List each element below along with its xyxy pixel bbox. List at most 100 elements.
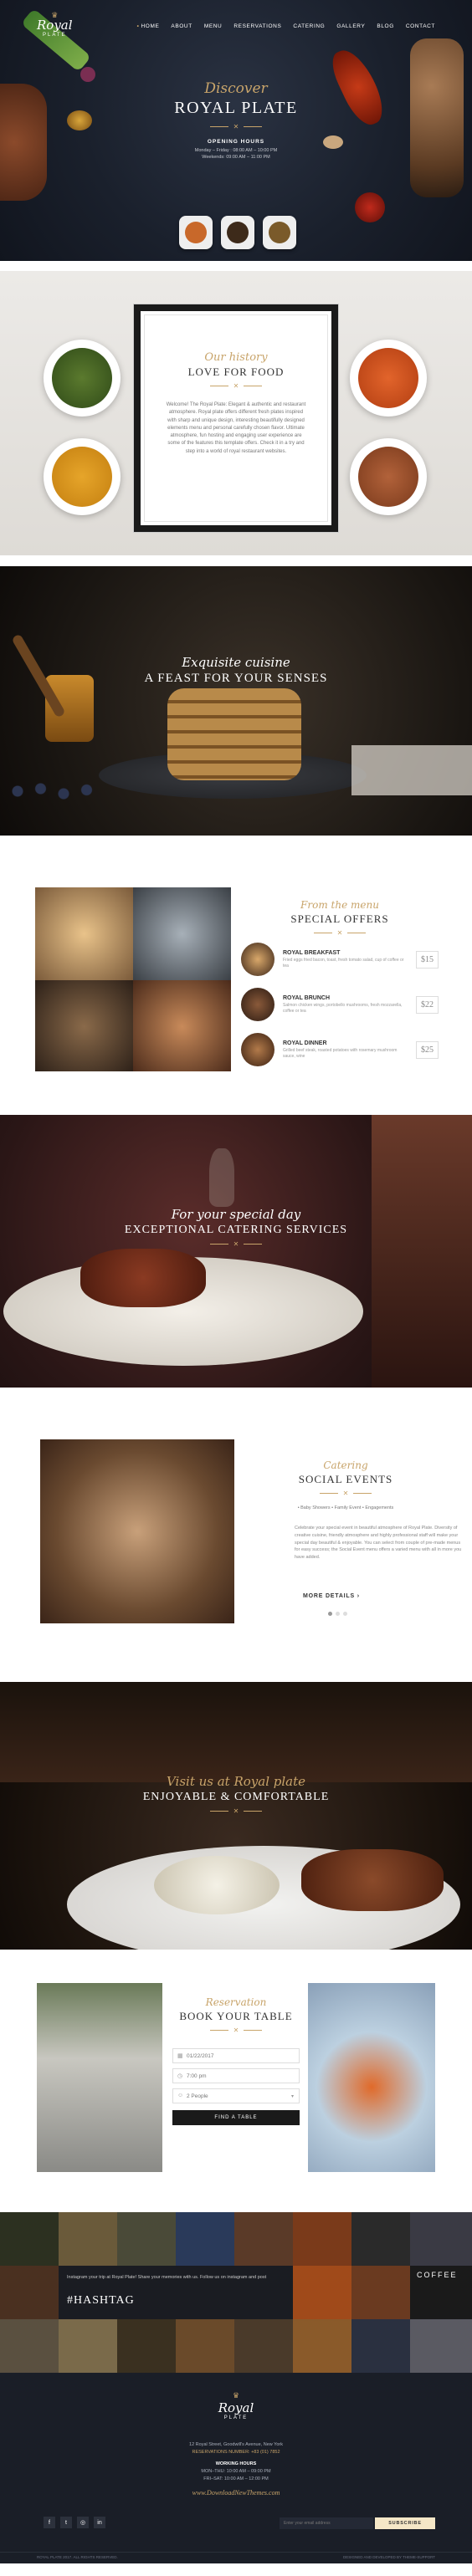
pancake-heading: Exquisite cuisine A FEAST FOR YOUR SENSE… bbox=[0, 655, 472, 686]
footer-website[interactable]: www.DownloadNewThemes.com bbox=[0, 2487, 472, 2499]
nav-item-reservations[interactable]: RESERVATIONS bbox=[233, 23, 281, 29]
people-select[interactable]: ☺ 2 People ▾ bbox=[172, 2088, 300, 2103]
insta-photo[interactable] bbox=[59, 2212, 117, 2266]
footer: ♛ Royal PLATE 12 Royal Street, Goodwill'… bbox=[0, 2373, 472, 2563]
spice-bowl-1 bbox=[179, 216, 213, 249]
insta-photo[interactable] bbox=[176, 2319, 234, 2373]
instagram-icon[interactable]: ◎ bbox=[77, 2517, 89, 2528]
spacer bbox=[0, 1071, 472, 1115]
insta-photo[interactable] bbox=[59, 2319, 117, 2373]
insta-photo[interactable] bbox=[293, 2212, 351, 2266]
insta-photo[interactable] bbox=[293, 2319, 351, 2373]
insta-photo[interactable] bbox=[0, 2319, 59, 2373]
breakfast-thumb bbox=[241, 943, 274, 976]
spacer bbox=[0, 1950, 472, 1983]
insta-photo[interactable] bbox=[410, 2212, 472, 2266]
reservation-section: Reservation BOOK YOUR TABLE ✕ ▦ 01/22/20… bbox=[0, 1983, 472, 2180]
spacer bbox=[0, 261, 472, 271]
paprika-bowl bbox=[350, 340, 427, 417]
events-title: SOCIAL EVENTS bbox=[298, 1473, 393, 1485]
insta-photo[interactable]: COFFEE bbox=[410, 2266, 472, 2319]
nav-item-about[interactable]: ABOUT bbox=[171, 23, 192, 29]
history-card: Our history LOVE FOR FOOD ✕ Welcome! The… bbox=[133, 304, 339, 533]
hero-title: ROYAL PLATE bbox=[174, 99, 298, 117]
insta-photo[interactable] bbox=[0, 2212, 59, 2266]
reservation-script: Reservation bbox=[205, 1996, 267, 2008]
insta-photo[interactable] bbox=[234, 2319, 293, 2373]
active-dot-icon: • bbox=[136, 23, 140, 29]
history-title: LOVE FOR FOOD bbox=[187, 365, 285, 378]
footer-logo[interactable]: ♛ Royal PLATE bbox=[0, 2391, 472, 2420]
offers-title: SPECIAL OFFERS bbox=[290, 912, 389, 925]
social-links: f t ◎ in bbox=[44, 2517, 105, 2528]
pancake-script: Exquisite cuisine bbox=[182, 655, 290, 670]
offer-item[interactable]: ROYAL BREAKFAST Fried eggs fried bacon, … bbox=[241, 943, 439, 976]
crown-icon: ♛ bbox=[232, 2391, 240, 2400]
carousel-dots bbox=[328, 1612, 347, 1616]
spacer bbox=[0, 1648, 472, 1682]
linkedin-icon[interactable]: in bbox=[94, 2517, 105, 2528]
insta-photo[interactable] bbox=[117, 2212, 176, 2266]
clock-icon: ◷ bbox=[177, 2073, 183, 2079]
more-details-link[interactable]: MORE DETAILS › bbox=[303, 1593, 360, 1599]
logo-sub: PLATE bbox=[223, 2415, 249, 2420]
footer-contact: 12 Royal Street, Goodwill's Avenue, New … bbox=[0, 2441, 472, 2498]
nav-item-catering[interactable]: CATERING bbox=[293, 23, 325, 29]
subscribe-button[interactable]: SUBSCRIBE bbox=[375, 2517, 435, 2529]
carousel-dot[interactable] bbox=[336, 1612, 340, 1616]
hero-script: Discover bbox=[204, 80, 268, 97]
steak-image bbox=[80, 1249, 206, 1307]
offer-desc: Salmon chicken wings, portobello mushroo… bbox=[283, 1002, 403, 1014]
nav-item-gallery[interactable]: GALLERY bbox=[336, 23, 365, 29]
insta-photo[interactable] bbox=[234, 2212, 293, 2266]
events-body: Celebrate your special event in beautifu… bbox=[295, 1526, 462, 1561]
offer-photo-2 bbox=[133, 887, 231, 980]
offer-item[interactable]: ROYAL BRUNCH Salmon chicken wings, porto… bbox=[241, 988, 439, 1021]
carousel-dot[interactable] bbox=[343, 1612, 347, 1616]
wine-glasses-image bbox=[37, 1983, 162, 2172]
reservation-heading: Reservation BOOK YOUR TABLE ✕ bbox=[172, 1996, 300, 2034]
find-table-button[interactable]: FIND A TABLE bbox=[172, 2110, 300, 2125]
nav-item-menu[interactable]: MENU bbox=[204, 23, 223, 29]
catering-heading: For your special day EXCEPTIONAL CATERIN… bbox=[0, 1207, 472, 1248]
insta-photo[interactable] bbox=[176, 2212, 234, 2266]
nav-item-home[interactable]: • HOME bbox=[137, 23, 160, 29]
facebook-icon[interactable]: f bbox=[44, 2517, 55, 2528]
instagram-section: COFFEE Instagram your trip at Royal Plat… bbox=[0, 2212, 472, 2373]
offer-price: $25 bbox=[416, 1040, 439, 1059]
hero-section: ♛ Royal PLATE • HOME ABOUT MENU RESERVATI… bbox=[0, 0, 472, 261]
insta-photo[interactable] bbox=[0, 2266, 59, 2319]
offers-section: From the menu SPECIAL OFFERS ✕ ROYAL BRE… bbox=[0, 874, 472, 1071]
events-stats: • Baby Showers • Family Event • Engageme… bbox=[297, 1505, 394, 1510]
nav-item-blog[interactable]: BLOG bbox=[377, 23, 393, 29]
coffee-word: COFFEE bbox=[417, 2271, 458, 2279]
footer-reservations: RESERVATIONS NUMBER: +83 (01) 7852 bbox=[192, 2450, 280, 2456]
twitter-icon[interactable]: t bbox=[60, 2517, 72, 2528]
insta-photo[interactable] bbox=[410, 2319, 472, 2373]
offer-item[interactable]: ROYAL DINNER Grilled beef steak, roasted… bbox=[241, 1033, 439, 1066]
history-section: Our history LOVE FOR FOOD ✕ Welcome! The… bbox=[0, 271, 472, 555]
newsletter-email-input[interactable] bbox=[280, 2517, 373, 2529]
party-table-image bbox=[40, 1439, 234, 1623]
herb-bowl bbox=[44, 340, 121, 417]
date-field[interactable]: ▦ 01/22/2017 bbox=[172, 2048, 300, 2063]
pancake-section: Exquisite cuisine A FEAST FOR YOUR SENSE… bbox=[0, 566, 472, 836]
offers-heading: From the menu SPECIAL OFFERS ✕ bbox=[241, 899, 439, 937]
divider-cutlery-icon: ✕ bbox=[0, 123, 472, 130]
hours-line-2: Weekends: 09:00 AM – 11:00 PM bbox=[202, 155, 270, 160]
carousel-dot[interactable] bbox=[328, 1612, 332, 1616]
site-logo[interactable]: ♛ Royal PLATE bbox=[37, 12, 73, 38]
insta-photo[interactable] bbox=[351, 2266, 410, 2319]
insta-photo[interactable] bbox=[351, 2319, 410, 2373]
insta-photo[interactable] bbox=[293, 2266, 351, 2319]
insta-photo[interactable] bbox=[351, 2212, 410, 2266]
main-menu: • HOME ABOUT MENU RESERVATIONS CATERING G… bbox=[137, 23, 435, 29]
nav-item-contact[interactable]: CONTACT bbox=[406, 23, 435, 29]
user-icon: ☺ bbox=[177, 2093, 184, 2098]
credits: DESIGNED AND DEVELOPED BY THEME-SUPPORT bbox=[342, 2555, 435, 2559]
catering-section: For your special day EXCEPTIONAL CATERIN… bbox=[0, 1115, 472, 1388]
offer-photo-3 bbox=[35, 980, 133, 1071]
time-field[interactable]: ◷ 7:00 pm bbox=[172, 2068, 300, 2083]
insta-photo[interactable] bbox=[117, 2319, 176, 2373]
dinner-thumb bbox=[241, 1033, 274, 1066]
